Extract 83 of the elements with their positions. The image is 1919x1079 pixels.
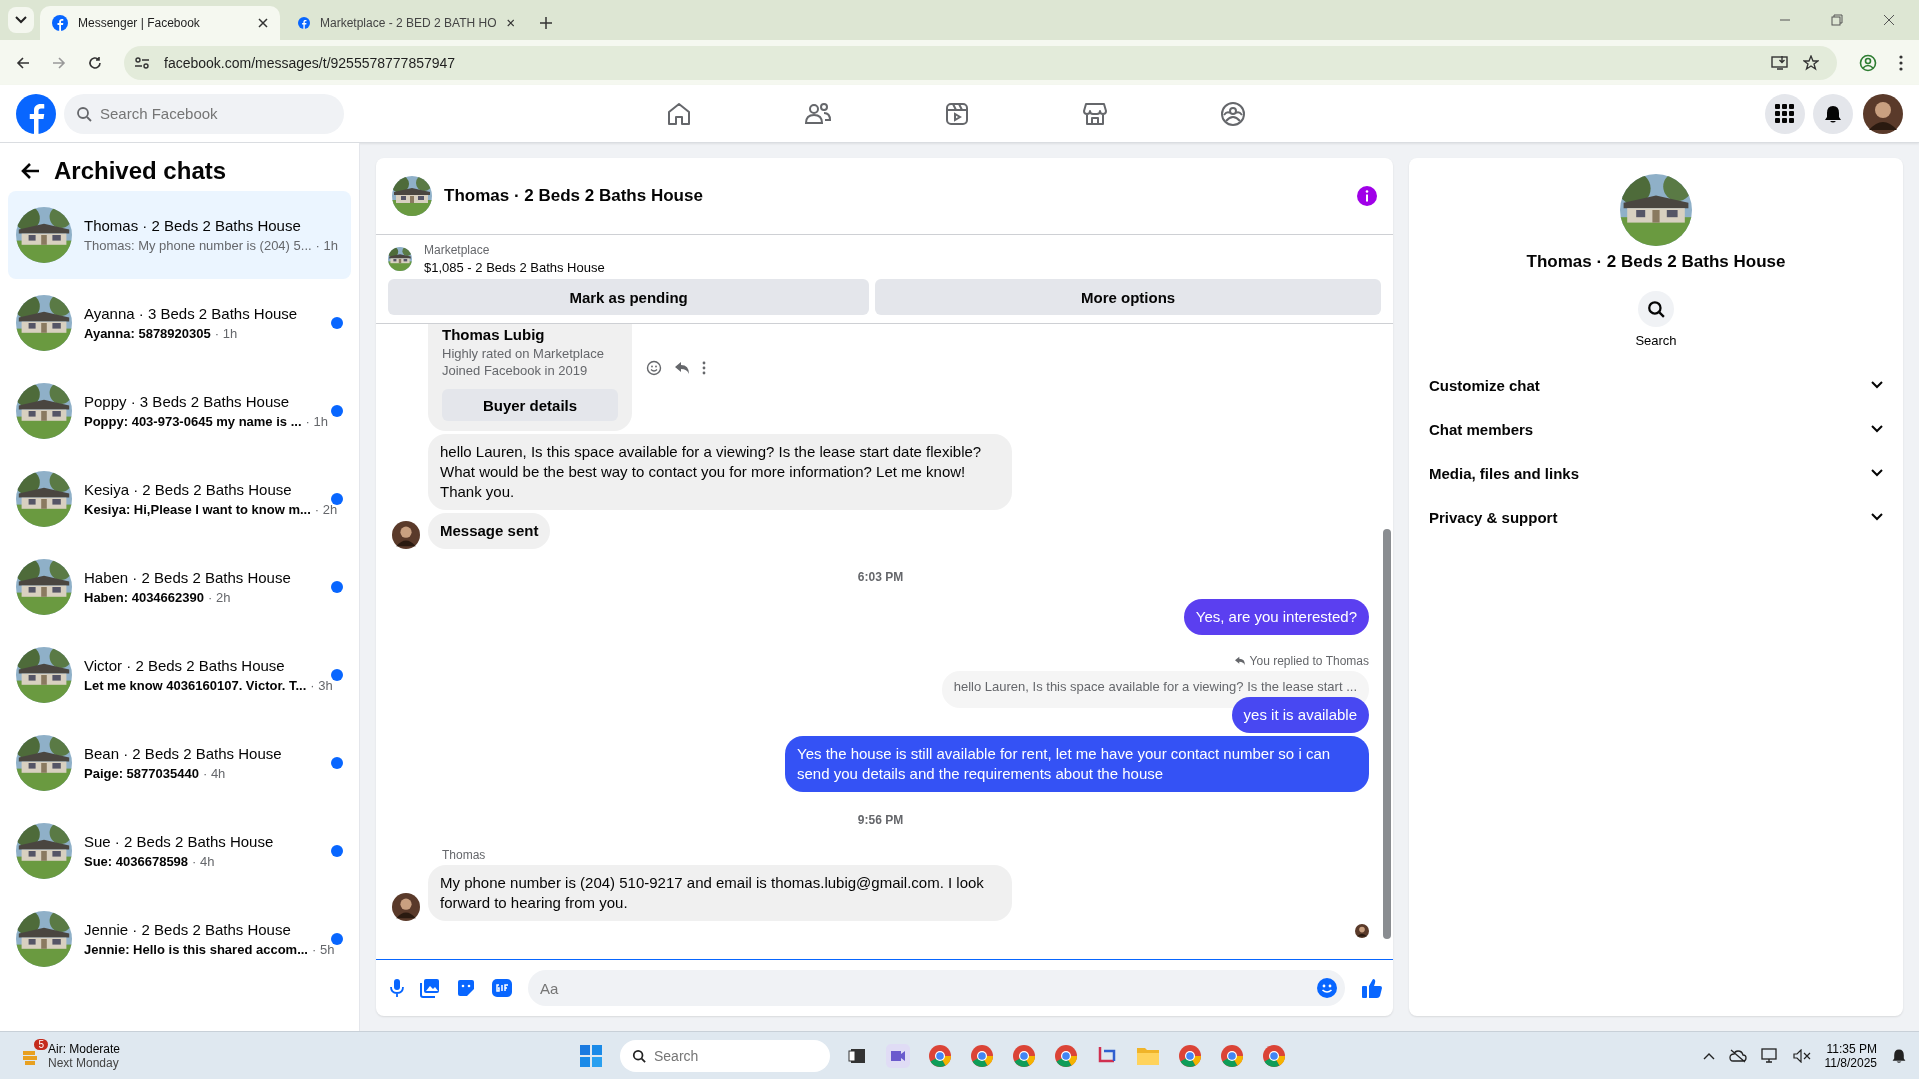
message-bubble: Yes, are you interested? <box>1183 599 1369 635</box>
chat-item[interactable]: Kesiya · 2 Beds 2 Baths House Kesiya: Hi,Please I want to know m... · 2h <box>8 455 351 543</box>
chat-item[interactable]: Thomas · 2 Beds 2 Baths House Thomas: My phone number is (204) 5... · 1h <box>8 191 351 279</box>
message-bubble: hello Lauren, Is this space available for a viewing? Is the lease start date flexible? What would be the best way to contact you for more information? Let me know! Thank you. <box>428 434 1012 510</box>
listing-title[interactable]: $1,085 - 2 Beds 2 Baths House <box>424 260 605 275</box>
chat-item[interactable]: Haben · 2 Beds 2 Baths House Haben: 4034662390 · 2h <box>8 543 351 631</box>
timestamp: 6:03 PM <box>856 569 905 586</box>
details-section[interactable]: Chat members <box>1421 407 1891 451</box>
buyer-info: Highly rated on Marketplace <box>442 345 605 362</box>
message-preview: Ayanna: 5878920305 <box>84 326 211 341</box>
chat-item[interactable]: Jennie · 2 Beds 2 Baths House Jennie: Hello is this shared accom... · 5h <box>8 895 351 983</box>
browser-tab[interactable]: Marketplace - 2 BED 2 BATH HO <box>286 6 526 40</box>
notification-badge: 5 <box>34 1038 48 1050</box>
chat-name: Kesiya · 2 Beds 2 Baths House <box>84 481 293 498</box>
message-bubble: yes it is available <box>1231 697 1369 733</box>
message-preview: Jennie: Hello is this shared accom... <box>84 942 308 957</box>
chat-time: · 4h <box>202 766 226 781</box>
chat-item[interactable]: Sue · 2 Beds 2 Baths House Sue: 4036678598 · 4h <box>8 807 351 895</box>
weather-widget[interactable]: 5 Air: Moderate Next Monday <box>20 1041 580 1070</box>
reply-note: You replied to Thomas <box>1249 654 1369 668</box>
message-preview: Kesiya: Hi,Please I want to know m... <box>84 502 311 517</box>
quoted-message: hello Lauren, Is this space available for a viewing? Is the lease start ... <box>941 671 1369 708</box>
browser-tab[interactable]: Messenger | Facebook <box>40 6 280 40</box>
section-title: Chat members <box>1429 420 1534 438</box>
action-button[interactable]: More options <box>875 279 1381 315</box>
message-preview: Thomas: My phone number is (204) 5... <box>84 238 312 253</box>
timestamp: 9:56 PM <box>856 812 905 829</box>
buyer-name: Thomas Lubig <box>442 326 546 343</box>
chat-name: Ayanna · 3 Beds 2 Baths House <box>84 305 299 322</box>
section-title: Media, files and links <box>1429 464 1580 482</box>
chat-name: Haben · 2 Beds 2 Baths House <box>84 569 292 586</box>
chat-item[interactable]: Bean · 2 Beds 2 Baths House Paige: 5877035440 · 4h <box>8 719 351 807</box>
message-preview: Sue: 4036678598 <box>84 854 189 869</box>
chat-item[interactable]: Poppy · 3 Beds 2 Baths House Poppy: 403-973-0645 my name is ... · 1h <box>8 367 351 455</box>
details-section[interactable]: Privacy & support <box>1421 495 1891 539</box>
tab-title: Marketplace - 2 BED 2 BATH HO <box>320 16 497 30</box>
message-bubble: My phone number is (204) 510-9217 and email is thomas.lubig@gmail.com. I look forward to hearing from you. <box>428 865 1012 921</box>
weather-subtitle: Next Monday <box>48 1055 120 1070</box>
message-preview: Paige: 5877035440 <box>84 766 199 781</box>
chat-time: · 2h <box>314 502 338 517</box>
chat-name: Sue · 2 Beds 2 Baths House <box>84 833 275 850</box>
chat-name: Jennie · 2 Beds 2 Baths House <box>84 921 292 938</box>
chat-time: · 1h <box>214 326 238 341</box>
chat-name: Poppy · 3 Beds 2 Baths House <box>84 393 291 410</box>
chat-item[interactable]: Ayanna · 3 Beds 2 Baths House Ayanna: 5878920305 · 1h <box>8 279 351 367</box>
chat-time: · 3h <box>310 678 333 693</box>
contact-name: Thomas · 2 Beds 2 Baths House <box>1526 252 1786 272</box>
sender-name: Thomas <box>442 848 487 862</box>
section-title: Privacy & support <box>1429 508 1558 526</box>
message-preview: Haben: 4034662390 <box>84 590 204 605</box>
address-field[interactable]: facebook.com/messages/t/9255578777857947 <box>124 45 1837 80</box>
message-bubble: Message sent <box>428 513 551 549</box>
details-section[interactable]: Customize chat <box>1421 363 1891 407</box>
listing-label: Marketplace <box>424 243 491 257</box>
chat-time: · 4h <box>192 854 215 869</box>
message-preview: Let me know 4036160107. Victor. T... <box>84 678 307 693</box>
chat-time: · 1h <box>305 414 328 429</box>
chat-time: · 1h <box>315 238 338 253</box>
taskbar-search[interactable]: Search <box>620 1039 830 1072</box>
clock-date: 11/8/2025 <box>1824 1055 1877 1070</box>
weather-title: Air: Moderate <box>48 1041 121 1056</box>
chat-item[interactable]: Victor · 2 Beds 2 Baths House Let me know 4036160107. Victor. T... · 3h <box>8 631 351 719</box>
chat-name: Thomas · 2 Beds 2 Baths House <box>84 217 302 234</box>
message-bubble: Yes the house is still available for rent, let me have your contact number so i can send you details and the requirements about the house <box>785 736 1369 792</box>
chat-time: · 2h <box>208 590 231 605</box>
search-field[interactable]: Search Facebook <box>64 93 344 134</box>
conversation-title[interactable]: Thomas · 2 Beds 2 Baths House <box>444 186 703 206</box>
chat-name: Victor · 2 Beds 2 Baths House <box>84 657 286 674</box>
action-button[interactable]: Mark as pending <box>388 279 870 315</box>
chat-name: Bean · 2 Beds 2 Baths House <box>84 745 283 762</box>
message-preview: Poppy: 403-973-0645 my name is ... <box>84 414 302 429</box>
section-title: Customize chat <box>1429 376 1540 394</box>
search-label: Search <box>1635 333 1677 348</box>
search-button[interactable]: Search <box>1629 290 1683 349</box>
buyer-details-button[interactable]: Buyer details <box>442 389 618 421</box>
chat-time: · 5h <box>311 942 335 957</box>
message-field[interactable]: Aa <box>528 970 1345 1006</box>
url-text: facebook.com/messages/t/9255578777857947 <box>164 54 456 71</box>
buyer-info: Joined Facebook in 2019 <box>442 362 589 379</box>
details-section[interactable]: Media, files and links <box>1421 451 1891 495</box>
tab-title: Messenger | Facebook <box>78 16 201 30</box>
page-title: Archived chats <box>54 157 227 185</box>
clock-time: 11:35 PM <box>1825 1041 1877 1056</box>
